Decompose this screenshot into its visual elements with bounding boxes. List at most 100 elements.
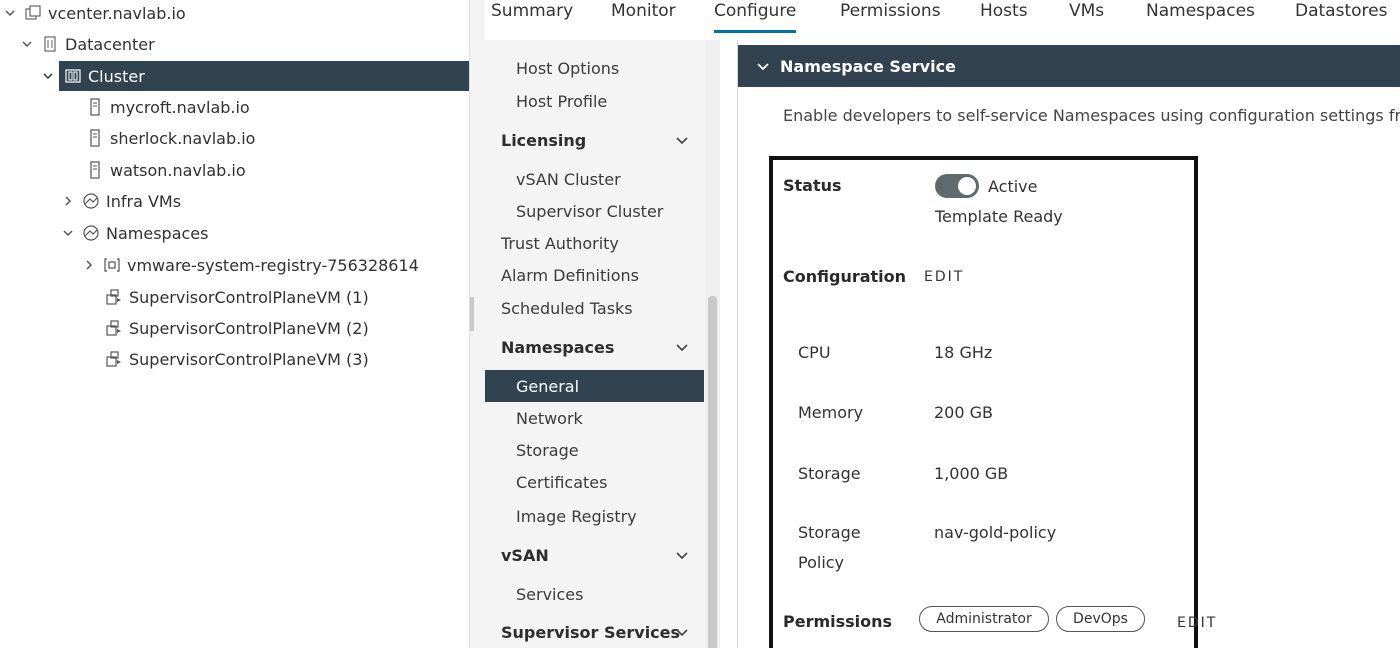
nav-item-label: Trust Authority [501,233,619,253]
status-value: Active [988,177,1038,196]
tree-item-cluster[interactable]: Cluster [43,61,469,91]
tab-hosts[interactable]: Hosts [980,0,1028,33]
chevron-right-icon[interactable] [61,194,75,208]
chevron-down-icon[interactable] [756,59,770,73]
status-label: Status [783,176,842,195]
nav-item-certificates[interactable]: Certificates [485,466,704,498]
status-toggle[interactable] [935,174,979,198]
nav-item-label: Network [516,408,583,428]
permissions-label: Permissions [783,612,893,631]
tree-item-datacenter[interactable]: Datacenter [20,29,469,59]
configure-nav: Host Options Host Profile Licensing vSAN… [485,40,705,648]
namespace-settings-box: Status Active Template Ready Configurati… [769,156,1215,648]
config-cpu-value: 18 GHz [934,343,993,362]
permission-badge-devops: DevOps [1056,606,1145,632]
chevron-down-icon[interactable] [674,624,690,640]
tree-item-host[interactable]: watson.navlab.io [85,155,469,185]
section-title: Namespace Service [780,56,956,76]
nav-item-general[interactable]: General [485,370,704,402]
tree-item-label: mycroft.navlab.io [110,97,250,117]
tab-datastores[interactable]: Datastores [1295,0,1387,33]
nav-item-services[interactable]: Services [485,578,704,610]
nav-item-label: Scheduled Tasks [501,298,633,318]
nav-item-trust-authority[interactable]: Trust Authority [485,227,704,259]
chevron-down-icon[interactable] [674,132,690,148]
namespace-service-panel: Namespace Service Enable developers to s… [737,40,1400,648]
tree-item-infra-vms[interactable]: Infra VMs [61,186,469,216]
tab-namespaces[interactable]: Namespaces [1146,0,1255,33]
chevron-down-icon[interactable] [41,69,55,83]
resource-pool-icon [81,223,101,243]
config-cpu-label: CPU [798,343,831,362]
tree-item-vm[interactable]: SupervisorControlPlaneVM (2) [104,313,469,343]
nav-group-licensing[interactable]: Licensing [485,124,704,156]
chevron-right-icon[interactable] [82,258,96,272]
vcenter-icon [23,3,43,23]
nav-group-label: Licensing [501,130,587,150]
nav-item-host-profile[interactable]: Host Profile [485,85,704,117]
nav-scrollbar-thumb[interactable] [708,296,717,648]
tree-item-label: vcenter.navlab.io [48,3,186,23]
tree-item-vm[interactable]: SupervisorControlPlaneVM (3) [104,344,469,374]
section-description: Enable developers to self-service Namesp… [783,106,1400,125]
nav-item-image-registry[interactable]: Image Registry [485,500,704,532]
nav-item-host-options[interactable]: Host Options [485,52,704,84]
tab-vms[interactable]: VMs [1069,0,1104,33]
nav-item-label: Supervisor Cluster [516,201,664,221]
tree-item-label: SupervisorControlPlaneVM (1) [129,287,369,307]
tree-item-namespaces[interactable]: Namespaces [61,218,469,248]
nav-item-label: Alarm Definitions [501,265,639,285]
chevron-down-icon[interactable] [61,226,75,240]
nav-group-supervisor-services[interactable]: Supervisor Services [485,616,704,648]
nav-group-label: vSAN [501,545,549,565]
nav-item-network[interactable]: Network [485,402,704,434]
config-storage-value: 1,000 GB [934,464,1009,483]
tree-item-vcenter[interactable]: vcenter.navlab.io [0,0,469,28]
nav-group-vsan[interactable]: vSAN [485,539,704,571]
nav-item-label: vSAN Cluster [516,169,621,189]
splitter-grip[interactable] [470,297,474,331]
vm-icon [104,287,124,307]
tree-item-label: sherlock.navlab.io [110,128,256,148]
host-icon [85,128,105,148]
tree-item-vm[interactable]: SupervisorControlPlaneVM (1) [104,282,469,312]
nav-item-label: Services [516,584,584,604]
chevron-down-icon[interactable] [674,547,690,563]
tab-configure[interactable]: Configure [714,0,797,33]
tab-permissions[interactable]: Permissions [840,0,941,33]
nav-item-label: Host Options [516,58,620,78]
namespace-service-header[interactable]: Namespace Service [738,45,1400,87]
tree-item-host[interactable]: sherlock.navlab.io [85,123,469,153]
chevron-down-icon[interactable] [674,339,690,355]
tree-item-registry-namespace[interactable]: vmware-system-registry-756328614 [82,250,469,280]
nav-item-label: Host Profile [516,91,608,111]
configuration-edit-link[interactable]: EDIT [924,269,964,285]
chevron-down-icon[interactable] [20,37,34,51]
nav-group-namespaces[interactable]: Namespaces [485,331,704,363]
tree-item-host[interactable]: mycroft.navlab.io [85,92,469,122]
pane-splitter[interactable] [469,0,485,648]
object-tabs: Summary Monitor Configure Permissions Ho… [485,0,1400,33]
nav-item-alarm-definitions[interactable]: Alarm Definitions [485,259,704,291]
chevron-down-icon[interactable] [3,6,17,20]
tree-item-label: Namespaces [106,223,209,243]
nav-item-supervisor-cluster[interactable]: Supervisor Cluster [485,195,704,227]
nav-item-vsan-cluster[interactable]: vSAN Cluster [485,163,704,195]
permissions-edit-link[interactable]: EDIT [1177,615,1217,631]
nav-item-label: Storage [516,440,579,460]
config-memory-value: 200 GB [934,403,993,422]
tab-monitor[interactable]: Monitor [611,0,676,33]
panel-gutter [720,40,737,648]
tree-item-label: Datacenter [65,34,155,54]
config-storage-policy-label-line2: Policy [798,553,845,572]
nav-scrollbar[interactable] [705,40,720,648]
nav-item-storage[interactable]: Storage [485,434,704,466]
tab-summary[interactable]: Summary [491,0,573,33]
permission-badge-administrator: Administrator [919,606,1049,632]
nav-item-label: General [516,376,580,396]
nav-group-label: Supervisor Services [501,622,681,642]
nav-item-scheduled-tasks[interactable]: Scheduled Tasks [485,292,704,324]
tree-item-label: vmware-system-registry-756328614 [127,255,419,275]
configuration-label: Configuration [783,267,907,286]
nav-item-label: Image Registry [516,506,637,526]
